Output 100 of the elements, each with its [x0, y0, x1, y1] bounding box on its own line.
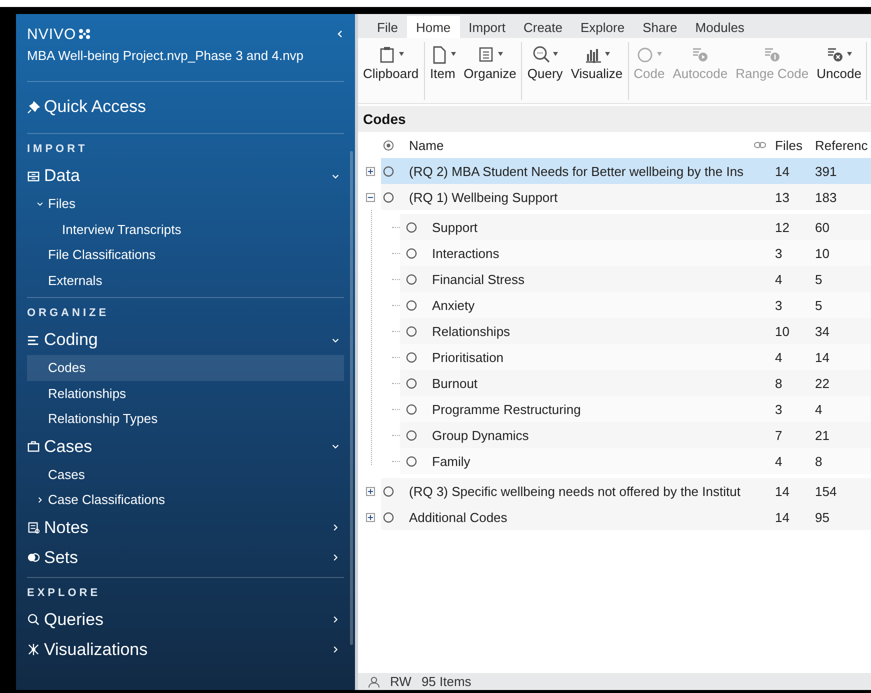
- select-all-icon[interactable]: [383, 140, 394, 150]
- references-count: 14: [815, 350, 830, 364]
- code-row[interactable]: Financial Stress 4 5: [400, 266, 871, 292]
- code-row[interactable]: Family 4 8: [400, 448, 871, 474]
- code-row[interactable]: (RQ 2) MBA Student Needs for Better wellbeing by the Ins 14 391: [381, 158, 871, 184]
- ribbon-button[interactable]: Organize: [460, 42, 520, 100]
- nav-item[interactable]: Codes: [27, 355, 344, 380]
- ribbon-tab[interactable]: Create: [514, 16, 572, 38]
- ribbon-tab[interactable]: Import: [460, 16, 514, 38]
- code-row[interactable]: (RQ 1) Wellbeing Support 13 183: [381, 184, 871, 210]
- quick-access-item[interactable]: Quick Access: [27, 97, 344, 117]
- code-row[interactable]: Support 12 60: [400, 214, 871, 240]
- nav-group[interactable]: Coding: [27, 330, 98, 350]
- files-count: 12: [775, 220, 790, 234]
- code-row[interactable]: (RQ 3) Specific wellbeing needs not offered by the Institut 14 154: [381, 478, 871, 504]
- code-name: Programme Restructuring: [432, 402, 582, 416]
- search-icon: [532, 44, 552, 64]
- code-row[interactable]: Anxiety 3 5: [400, 292, 871, 318]
- chevron-right-icon[interactable]: [331, 615, 340, 624]
- collapse-icon[interactable]: [336, 29, 344, 39]
- code-name: Support: [432, 220, 479, 234]
- collapse-icon[interactable]: [366, 192, 375, 202]
- files-count: 4: [775, 350, 784, 364]
- project-name: MBA Well-being Project.nvp_Phase 3 and 4.nvp: [27, 48, 305, 63]
- nav-group[interactable]: Visualizations: [27, 640, 148, 660]
- references-count: 60: [815, 220, 830, 234]
- references-count: 183: [815, 190, 838, 204]
- files-count: 14: [775, 164, 790, 178]
- code-node-icon: [406, 404, 417, 414]
- files-count: 4: [775, 272, 784, 286]
- nav-group[interactable]: Sets: [27, 548, 78, 568]
- toggle-icon: [27, 551, 40, 564]
- app-logo: NVIVO: [27, 26, 76, 42]
- ribbon-button[interactable]: Item: [426, 42, 460, 100]
- ribbon-button[interactable]: Visualize: [566, 42, 627, 100]
- drawer-icon: [27, 170, 40, 182]
- code-row[interactable]: Interactions 3 10: [400, 240, 871, 266]
- nav-group[interactable]: Cases: [27, 436, 92, 456]
- column-header[interactable]: Referenc: [815, 138, 871, 152]
- code-name: Burnout: [432, 376, 479, 390]
- code-node-icon: [406, 378, 417, 388]
- code-node-icon: [406, 300, 417, 310]
- chevron-right-icon[interactable]: [36, 496, 44, 504]
- ribbon-button[interactable]: Uncode: [812, 42, 866, 100]
- scrollbar[interactable]: [350, 151, 353, 645]
- nav-item[interactable]: Case Classifications: [27, 487, 344, 512]
- references-count: 5: [815, 298, 824, 312]
- nav-item[interactable]: Relationship Types: [27, 406, 344, 432]
- nav-group[interactable]: Notes: [27, 518, 88, 538]
- chevron-down-icon[interactable]: [36, 200, 44, 208]
- code-name: Interactions: [432, 246, 500, 260]
- dots-icon: [78, 28, 92, 40]
- code-name: Group Dynamics: [432, 428, 530, 442]
- code-row[interactable]: Programme Restructuring 3 4: [400, 396, 871, 422]
- section-heading: EXPLORE: [27, 586, 101, 600]
- column-header[interactable]: Name: [409, 138, 754, 152]
- code-node-icon: [406, 274, 417, 284]
- column-header[interactable]: Files: [775, 138, 815, 152]
- expand-icon[interactable]: [366, 166, 375, 176]
- nav-item[interactable]: Cases: [27, 462, 344, 487]
- nav-item[interactable]: Externals: [27, 268, 344, 293]
- files-count: 8: [775, 376, 784, 390]
- ribbon-tab[interactable]: Share: [634, 16, 686, 38]
- nav-group[interactable]: Queries: [27, 610, 104, 630]
- ribbon-tab[interactable]: File: [368, 16, 407, 38]
- files-count: 10: [775, 324, 790, 338]
- ribbon-button[interactable]: Query: [523, 42, 567, 100]
- nav-item[interactable]: Interview Transcripts: [27, 216, 344, 242]
- files-count: 3: [775, 402, 784, 416]
- expand-icon[interactable]: [366, 486, 375, 496]
- references-count: 21: [815, 428, 830, 442]
- chevron-right-icon[interactable]: [331, 645, 340, 654]
- references-count: 391: [815, 164, 838, 178]
- ribbon-tab[interactable]: Modules: [686, 16, 754, 38]
- user-initials: RW: [390, 674, 412, 689]
- code-row[interactable]: Prioritisation 4 14: [400, 344, 871, 370]
- files-count: 3: [775, 246, 784, 260]
- files-count: 14: [775, 484, 790, 498]
- chevron-right-icon[interactable]: [331, 523, 340, 532]
- references-count: 10: [815, 246, 830, 260]
- code-row[interactable]: Relationships 10 34: [400, 318, 871, 344]
- notepad-icon: [27, 521, 40, 534]
- ribbon-tab[interactable]: Home: [406, 16, 460, 38]
- code-node-icon: [383, 192, 394, 202]
- nav-group[interactable]: Data: [27, 166, 80, 186]
- chevron-down-icon[interactable]: [331, 442, 340, 451]
- references-count: 154: [815, 484, 838, 498]
- code-node-icon: [406, 430, 417, 440]
- ribbon-tab[interactable]: Explore: [572, 16, 634, 38]
- code-row[interactable]: Group Dynamics 7 21: [400, 422, 871, 448]
- nav-item[interactable]: Relationships: [27, 380, 344, 406]
- nav-item[interactable]: Files: [27, 191, 344, 216]
- code-row[interactable]: Burnout 8 22: [400, 370, 871, 396]
- network-icon: [27, 643, 40, 656]
- chevron-right-icon[interactable]: [331, 553, 340, 562]
- expand-icon[interactable]: [366, 512, 375, 522]
- ribbon-button[interactable]: Clipboard: [359, 42, 423, 100]
- nav-item[interactable]: File Classifications: [27, 242, 344, 268]
- code-name: Prioritisation: [432, 350, 505, 364]
- code-row[interactable]: Additional Codes 14 95: [381, 504, 871, 530]
